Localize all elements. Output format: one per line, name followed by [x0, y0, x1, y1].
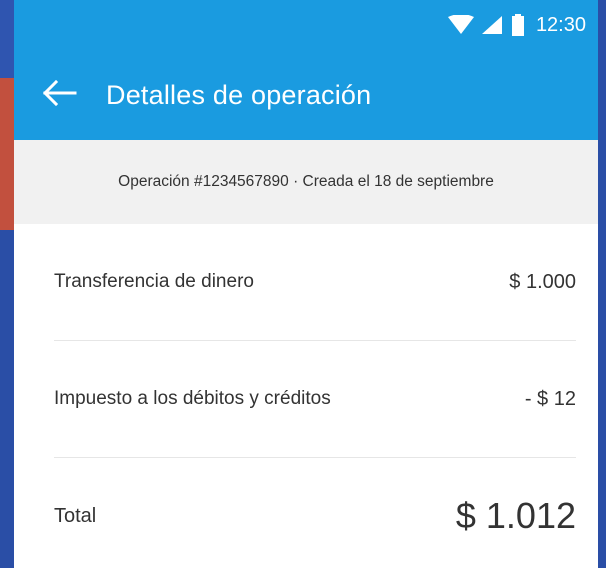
app-bar: 12:30 Detalles de operación: [14, 0, 598, 140]
status-time: 12:30: [535, 13, 586, 36]
detail-row-tax: Impuesto a los débitos y créditos - $ 12: [54, 341, 576, 458]
arrow-left-icon: [42, 79, 77, 111]
page-title: Detalles de operación: [106, 79, 372, 110]
operation-summary-text: Operación #1234567890 · Creada el 18 de …: [118, 173, 494, 190]
total-label: Total: [54, 504, 97, 527]
detail-label: Transferencia de dinero: [54, 271, 254, 292]
operation-summary-banner: Operación #1234567890 · Creada el 18 de …: [14, 140, 598, 224]
phone-screen: 12:30 Detalles de operación Operación #1…: [14, 0, 598, 568]
detail-amount: $ 1.000: [509, 270, 576, 293]
battery-icon: [511, 14, 524, 36]
detail-list: Transferencia de dinero $ 1.000 Impuesto…: [14, 224, 598, 568]
detail-amount: - $ 12: [524, 387, 576, 410]
detail-row-transfer: Transferencia de dinero $ 1.000: [54, 224, 576, 341]
background-right: [598, 0, 606, 568]
signal-icon: [481, 15, 504, 35]
toolbar: Detalles de operación: [14, 50, 598, 140]
status-bar: 12:30: [14, 0, 598, 50]
wifi-icon: [447, 15, 474, 35]
background-left: [0, 0, 14, 568]
total-row: Total $ 1.012: [54, 458, 576, 568]
back-button[interactable]: [40, 75, 80, 115]
detail-label: Impuesto a los débitos y créditos: [54, 388, 331, 409]
total-amount: $ 1.012: [455, 495, 576, 536]
